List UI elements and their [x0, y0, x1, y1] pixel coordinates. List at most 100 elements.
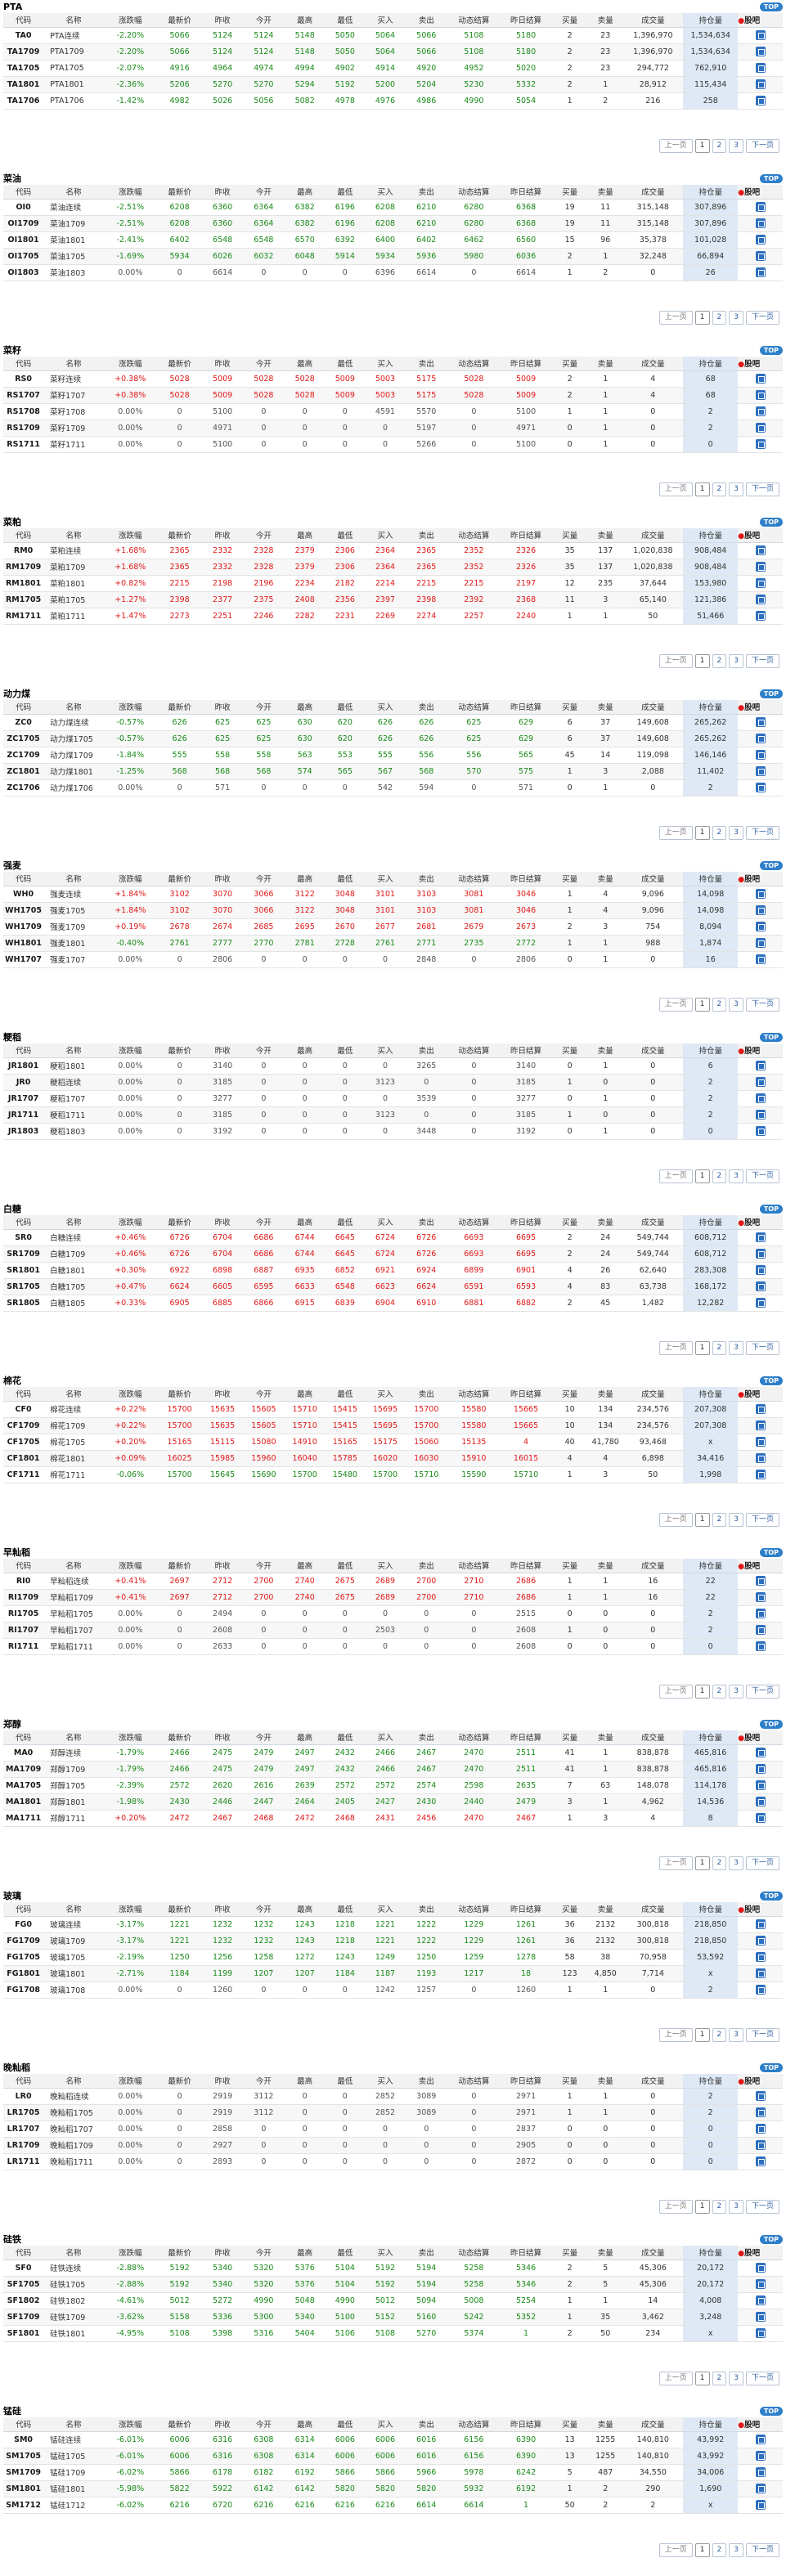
forum-icon[interactable]	[755, 1437, 766, 1447]
cell-bar[interactable]	[738, 2260, 783, 2277]
forum-icon[interactable]	[755, 1249, 766, 1259]
table-row[interactable]: WH1801 强麦1801 -0.40% 2761 2777 2770 2781 2728 27…	[3, 935, 783, 952]
column-header-ask-vol[interactable]: 卖量	[588, 185, 623, 200]
cell-bar[interactable]	[738, 1401, 783, 1418]
column-header-bid-vol[interactable]: 买量	[551, 1902, 588, 1917]
column-header-low[interactable]: 最低	[325, 528, 366, 543]
prev-page-button[interactable]: 上一页	[658, 1169, 693, 1183]
column-header-bid[interactable]: 买入	[365, 1559, 406, 1573]
cell-code[interactable]: SM1709	[3, 2464, 44, 2481]
column-header-bid-vol[interactable]: 买量	[551, 1387, 588, 1402]
column-header-name[interactable]: 名称	[43, 528, 104, 543]
next-page-button[interactable]: 下一页	[745, 2372, 779, 2385]
cell-name[interactable]: 强麦1709	[43, 918, 104, 936]
table-row[interactable]: JR1711 粳稻1711 0.00% 0 3185 0 0 0 3123 0 0 3185 1 0 0 2	[3, 1106, 783, 1124]
page-1-button[interactable]: 1	[694, 998, 710, 1012]
cell-name[interactable]: 粳稻1803	[43, 1123, 104, 1140]
column-header-low[interactable]: 最低	[325, 700, 366, 715]
cell-bar[interactable]	[738, 76, 783, 93]
column-header-ask-vol[interactable]: 卖量	[588, 1902, 623, 1917]
cell-name[interactable]: 动力煤1801	[43, 763, 104, 780]
cell-name[interactable]: 早籼稻1711	[43, 1638, 104, 1655]
column-header-open[interactable]: 今开	[242, 1043, 285, 1058]
table-row[interactable]: SM1709 锰硅1709 -6.02% 5866 6178 6182 6192 5866 58…	[3, 2464, 783, 2481]
prev-page-button[interactable]: 上一页	[658, 2028, 693, 2042]
back-to-top-button[interactable]: TOP	[759, 1376, 783, 1385]
cell-name[interactable]: PTA1705	[43, 60, 104, 77]
column-header-ask-vol[interactable]: 卖量	[588, 357, 623, 371]
cell-bar[interactable]	[738, 2292, 783, 2309]
cell-bar[interactable]	[738, 1777, 783, 1794]
next-page-button[interactable]: 下一页	[745, 654, 779, 668]
back-to-top-button[interactable]: TOP	[759, 1032, 783, 1042]
cell-code[interactable]: SM1705	[3, 2448, 44, 2465]
cell-code[interactable]: LR1711	[3, 2153, 44, 2170]
column-header-oi[interactable]: 持仓量	[683, 1730, 739, 1745]
cell-bar[interactable]	[738, 387, 783, 404]
column-header-high[interactable]: 最高	[285, 2417, 326, 2432]
cell-bar[interactable]	[738, 248, 783, 265]
table-row[interactable]: SF1801 硅铁1801 -4.95% 5108 5398 5316 5404 5106 51…	[3, 2325, 783, 2342]
cell-bar[interactable]	[738, 1744, 783, 1761]
cell-bar[interactable]	[738, 591, 783, 608]
column-header-settle[interactable]: 动态结算	[447, 1387, 501, 1402]
page-2-button[interactable]: 2	[712, 998, 727, 1012]
cell-code[interactable]: FG1801	[3, 1965, 44, 1982]
column-header-last[interactable]: 最新价	[156, 1559, 203, 1573]
next-page-button[interactable]: 下一页	[745, 2200, 779, 2214]
cell-code[interactable]: LR1709	[3, 2137, 44, 2154]
cell-name[interactable]: PTA1706	[43, 92, 104, 110]
cell-code[interactable]: TA1705	[3, 60, 44, 77]
column-header-bid-vol[interactable]: 买量	[551, 2074, 588, 2089]
column-header-high[interactable]: 最高	[285, 1387, 326, 1402]
column-header-change[interactable]: 涨跌幅	[103, 1902, 157, 1917]
column-header-oi[interactable]: 持仓量	[683, 872, 739, 886]
cell-code[interactable]: SF0	[3, 2260, 44, 2277]
column-header-low[interactable]: 最低	[325, 13, 366, 28]
cell-code[interactable]: TA1801	[3, 76, 44, 93]
table-row[interactable]: SR1801 白糖1801 +0.30% 6922 6898 6887 6935 6852 69…	[3, 1262, 783, 1279]
cell-code[interactable]: MA1711	[3, 1810, 44, 1827]
cell-code[interactable]: WH1707	[3, 951, 44, 968]
page-1-button[interactable]: 1	[694, 2200, 710, 2214]
cell-bar[interactable]	[738, 1466, 783, 1483]
forum-icon[interactable]	[755, 1298, 766, 1308]
column-header-settle[interactable]: 动态结算	[447, 2074, 501, 2089]
column-header-last[interactable]: 最新价	[156, 1902, 203, 1917]
cell-name[interactable]: 玻璃1705	[43, 1949, 104, 1966]
cell-bar[interactable]	[738, 1106, 783, 1124]
column-header-low[interactable]: 最低	[325, 357, 366, 371]
page-3-button[interactable]: 3	[729, 1685, 743, 1699]
cell-bar[interactable]	[738, 1245, 783, 1263]
cell-name[interactable]: 强麦1707	[43, 951, 104, 968]
page-1-button[interactable]: 1	[694, 1856, 710, 1870]
cell-name[interactable]: 菜粕连续	[43, 542, 104, 559]
column-header-ask-vol[interactable]: 卖量	[588, 2246, 623, 2260]
cell-code[interactable]: LR1705	[3, 2104, 44, 2121]
column-header-ask-vol[interactable]: 卖量	[588, 2074, 623, 2089]
column-header-open[interactable]: 今开	[242, 1387, 285, 1402]
forum-icon[interactable]	[755, 1748, 766, 1757]
column-header-settle[interactable]: 动态结算	[447, 2246, 501, 2260]
table-row[interactable]: MA0 郑醇连续 -1.79% 2466 2475 2479 2497 2432 2466 246…	[3, 1744, 783, 1761]
cell-code[interactable]: MA1709	[3, 1761, 44, 1778]
column-header-ask[interactable]: 卖出	[405, 357, 447, 371]
cell-bar[interactable]	[738, 1916, 783, 1933]
column-header-change[interactable]: 涨跌幅	[103, 872, 157, 886]
table-row[interactable]: JR0 粳稻连续 0.00% 0 3185 0 0 0 3123 0 0 3185 1 0 0 2	[3, 1074, 783, 1091]
column-header-last[interactable]: 最新价	[156, 185, 203, 200]
prev-page-button[interactable]: 上一页	[658, 654, 693, 668]
column-header-change[interactable]: 涨跌幅	[103, 528, 157, 543]
table-row[interactable]: RM1709 菜粕1709 +1.68% 2365 2332 2328 2379 2306 23…	[3, 559, 783, 576]
page-1-button[interactable]: 1	[694, 482, 710, 496]
column-header-low[interactable]: 最低	[325, 2417, 366, 2432]
page-2-button[interactable]: 2	[712, 2543, 727, 2557]
forum-icon[interactable]	[755, 2296, 766, 2305]
cell-bar[interactable]	[738, 714, 783, 731]
forum-icon[interactable]	[755, 235, 766, 245]
cell-code[interactable]: ZC1709	[3, 747, 44, 764]
column-header-volume[interactable]: 成交量	[622, 1559, 684, 1573]
table-row[interactable]: ZC1705 动力煤1705 -0.57% 626 625 625 630 620 626 626…	[3, 730, 783, 747]
cell-code[interactable]: RI1711	[3, 1638, 44, 1655]
table-row[interactable]: OI1709 菜油1709 -2.51% 6208 6360 6364 6382 6196 62…	[3, 215, 783, 232]
